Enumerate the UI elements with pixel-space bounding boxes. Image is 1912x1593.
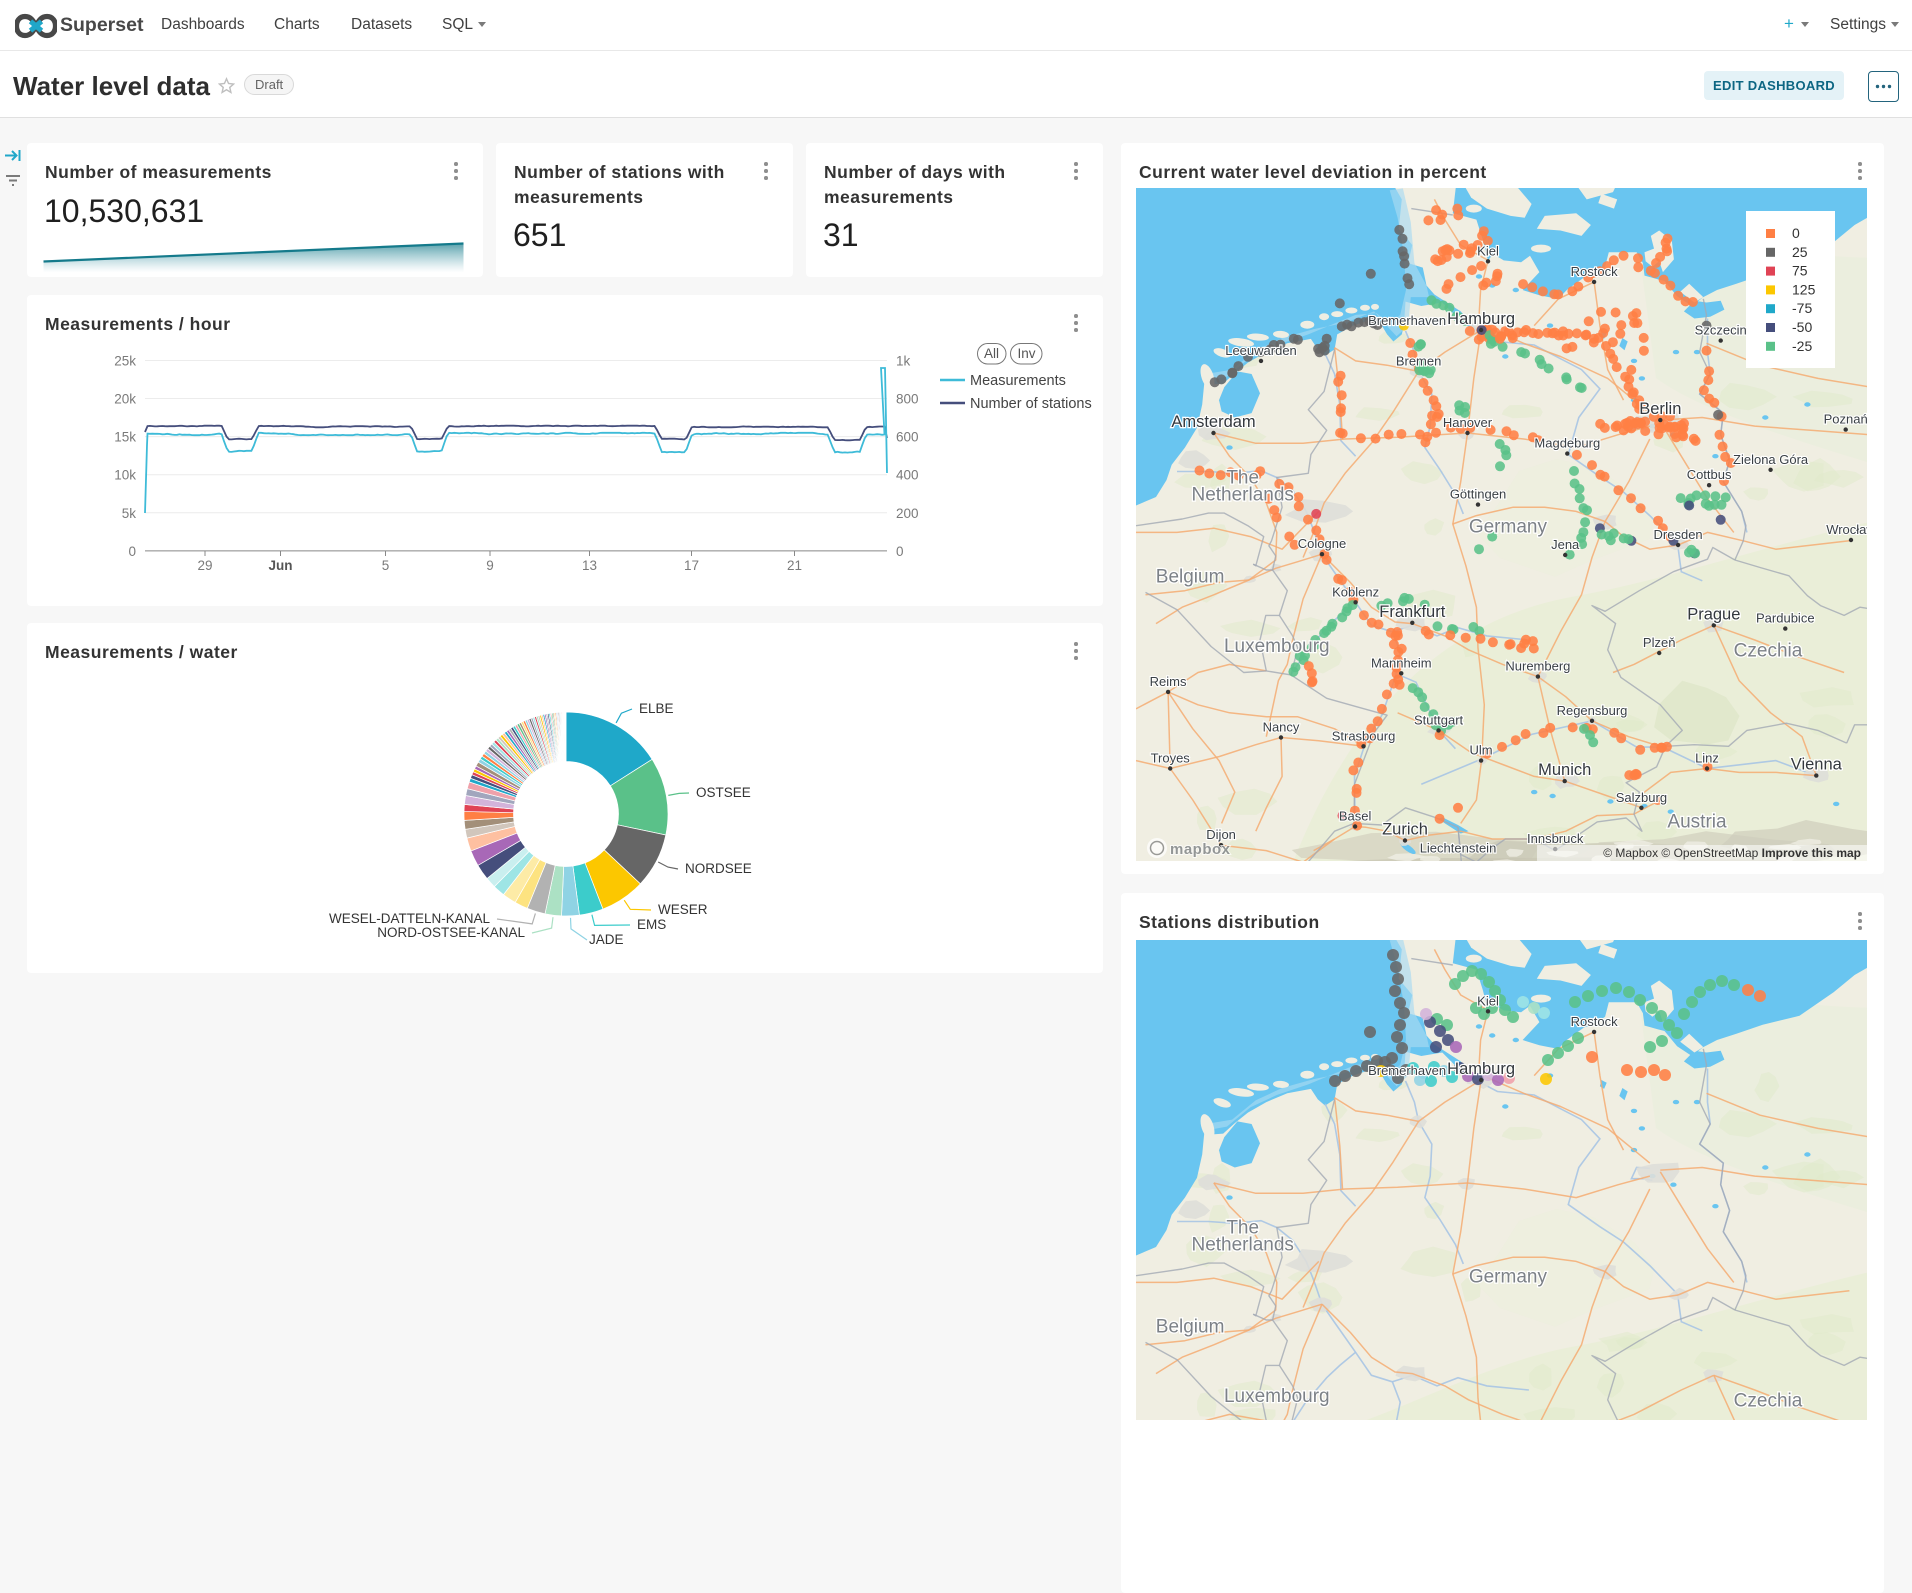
svg-text:Poznań: Poznań — [1824, 412, 1867, 427]
svg-text:Hamburg: Hamburg — [1447, 1060, 1515, 1078]
svg-text:Zurich: Zurich — [1382, 821, 1428, 839]
svg-text:Rostock: Rostock — [1571, 1014, 1618, 1029]
svg-text:Regensburg: Regensburg — [1557, 703, 1628, 718]
svg-text:Bremen: Bremen — [1396, 353, 1442, 368]
svg-text:Leeuwarden: Leeuwarden — [1225, 343, 1297, 358]
svg-text:Measurements: Measurements — [970, 373, 1066, 389]
svg-text:Number of stations: Number of stations — [970, 396, 1092, 412]
svg-text:Luxembourg: Luxembourg — [1224, 1386, 1330, 1407]
svg-text:OSTSEE: OSTSEE — [696, 785, 751, 800]
svg-text:Frankfurt: Frankfurt — [1379, 603, 1445, 621]
svg-text:Reims: Reims — [1150, 674, 1187, 689]
svg-text:Bremerhaven: Bremerhaven — [1368, 1063, 1446, 1078]
svg-text:-50: -50 — [1792, 319, 1812, 335]
svg-text:25: 25 — [1792, 244, 1808, 260]
svg-text:Szczecin: Szczecin — [1695, 323, 1747, 338]
svg-text:Germany: Germany — [1469, 516, 1548, 537]
svg-text:Salzburg: Salzburg — [1616, 790, 1667, 805]
svg-text:Munich: Munich — [1538, 761, 1591, 779]
svg-text:Stuttgart: Stuttgart — [1414, 712, 1464, 727]
svg-text:0: 0 — [1792, 225, 1800, 241]
svg-text:Jun: Jun — [268, 558, 292, 573]
svg-text:200: 200 — [896, 506, 919, 521]
svg-text:Nuremberg: Nuremberg — [1505, 659, 1570, 674]
svg-text:Troyes: Troyes — [1151, 751, 1191, 766]
svg-text:125: 125 — [1792, 281, 1816, 297]
svg-text:Zielona Góra: Zielona Góra — [1733, 452, 1809, 467]
svg-text:Plzeň: Plzeň — [1643, 635, 1676, 650]
svg-text:NORD-OSTSEE-KANAL: NORD-OSTSEE-KANAL — [377, 925, 525, 940]
svg-text:400: 400 — [896, 468, 919, 483]
svg-text:Rostock: Rostock — [1571, 264, 1618, 279]
svg-text:Dresden: Dresden — [1654, 527, 1703, 542]
svg-text:Inv: Inv — [1017, 346, 1035, 361]
svg-text:WESEL-DATTELN-KANAL: WESEL-DATTELN-KANAL — [329, 911, 491, 926]
svg-text:Kiel: Kiel — [1477, 993, 1499, 1008]
svg-text:Amsterdam: Amsterdam — [1171, 413, 1255, 431]
svg-text:Hamburg: Hamburg — [1447, 310, 1515, 328]
svg-text:EMS: EMS — [637, 917, 666, 932]
svg-text:Göttingen: Göttingen — [1450, 487, 1506, 502]
svg-text:0: 0 — [128, 544, 136, 559]
svg-text:5k: 5k — [122, 506, 137, 521]
svg-text:Mannheim: Mannheim — [1371, 655, 1432, 670]
svg-text:17: 17 — [684, 558, 699, 573]
svg-text:13: 13 — [582, 558, 597, 573]
svg-text:Austria: Austria — [1667, 811, 1727, 832]
svg-text:-75: -75 — [1792, 300, 1812, 316]
svg-text:75: 75 — [1792, 263, 1808, 279]
svg-text:800: 800 — [896, 392, 919, 407]
svg-text:JADE: JADE — [589, 932, 624, 947]
svg-text:Hanover: Hanover — [1443, 415, 1493, 430]
svg-text:Belgium: Belgium — [1156, 1316, 1225, 1337]
svg-text:Netherlands: Netherlands — [1191, 1234, 1293, 1255]
svg-text:29: 29 — [197, 558, 212, 573]
svg-text:Bremerhaven: Bremerhaven — [1368, 313, 1446, 328]
svg-text:Prague: Prague — [1687, 605, 1740, 623]
svg-text:21: 21 — [787, 558, 802, 573]
svg-text:Germany: Germany — [1469, 1266, 1548, 1287]
svg-text:Kiel: Kiel — [1477, 243, 1499, 258]
svg-text:5: 5 — [382, 558, 390, 573]
svg-text:WESER: WESER — [658, 902, 708, 917]
svg-text:10k: 10k — [114, 468, 136, 483]
svg-text:Vienna: Vienna — [1791, 756, 1843, 774]
svg-text:Koblenz: Koblenz — [1332, 584, 1379, 599]
svg-text:Basel: Basel — [1339, 809, 1372, 824]
svg-text:600: 600 — [896, 430, 919, 445]
svg-text:Cottbus: Cottbus — [1687, 467, 1732, 482]
svg-text:Czechia: Czechia — [1734, 1390, 1803, 1411]
svg-text:Czechia: Czechia — [1734, 640, 1803, 661]
svg-text:Dijon: Dijon — [1206, 827, 1236, 842]
svg-text:ELBE: ELBE — [639, 701, 674, 716]
svg-text:1k: 1k — [896, 354, 911, 369]
svg-text:Jena: Jena — [1551, 537, 1580, 552]
svg-text:Ulm: Ulm — [1470, 743, 1493, 758]
svg-text:NORDSEE: NORDSEE — [685, 861, 752, 876]
svg-text:Cologne: Cologne — [1298, 536, 1346, 551]
svg-text:25k: 25k — [114, 354, 136, 369]
svg-text:mapbox: mapbox — [1170, 841, 1231, 858]
svg-text:20k: 20k — [114, 392, 136, 407]
svg-text:Belgium: Belgium — [1156, 566, 1225, 587]
svg-text:Luxembourg: Luxembourg — [1224, 636, 1330, 657]
svg-text:Berlin: Berlin — [1639, 400, 1681, 418]
svg-text:All: All — [984, 346, 999, 361]
svg-text:Liechtenstein: Liechtenstein — [1420, 840, 1497, 855]
svg-text:Innsbruck: Innsbruck — [1527, 831, 1584, 846]
svg-text:Nancy: Nancy — [1263, 720, 1300, 735]
svg-text:© Mapbox © OpenStreetMap Impro: © Mapbox © OpenStreetMap Improve this ma… — [1603, 846, 1861, 860]
svg-text:Wrocław: Wrocław — [1826, 522, 1867, 537]
svg-text:Strasbourg: Strasbourg — [1332, 728, 1396, 743]
svg-text:0: 0 — [896, 544, 904, 559]
svg-text:Netherlands: Netherlands — [1191, 484, 1293, 505]
svg-text:-25: -25 — [1792, 338, 1812, 354]
svg-text:15k: 15k — [114, 430, 136, 445]
svg-text:9: 9 — [486, 558, 494, 573]
svg-text:Magdeburg: Magdeburg — [1534, 436, 1600, 451]
svg-text:Linz: Linz — [1695, 751, 1719, 766]
svg-text:Pardubice: Pardubice — [1756, 611, 1815, 626]
